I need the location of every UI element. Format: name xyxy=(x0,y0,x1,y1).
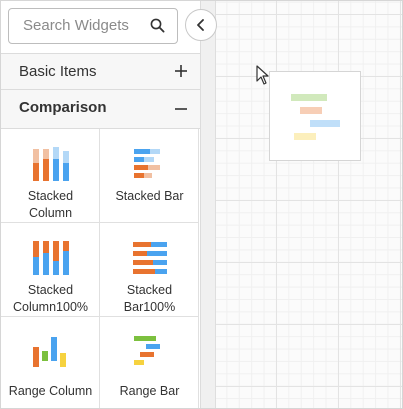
section-comparison[interactable]: Comparison xyxy=(1,90,200,129)
plus-icon[interactable] xyxy=(174,64,188,78)
collapse-panel-button[interactable] xyxy=(185,9,217,41)
widget-label: Stacked xyxy=(27,189,74,203)
range-bar-icon xyxy=(134,336,160,365)
widget-range-bar[interactable]: Range Bar xyxy=(100,317,199,408)
section-label: Comparison xyxy=(19,99,107,116)
widget-stacked-bar100[interactable]: Stacked Bar100% xyxy=(100,223,199,317)
stacked-bar100-icon xyxy=(133,242,167,274)
widget-label: Bar100% xyxy=(123,300,176,314)
stacked-bar-icon xyxy=(134,149,160,178)
range-column-icon xyxy=(33,337,66,367)
widget-label: Range Bar xyxy=(119,384,180,398)
widget-label: Column xyxy=(28,206,73,220)
range-bar-preview-icon xyxy=(291,94,340,140)
widget-grid: Stacked Column Stacked Bar Stacked Colum… xyxy=(1,129,200,408)
search-box[interactable] xyxy=(8,8,178,44)
search-input[interactable] xyxy=(9,9,153,41)
widget-label: Column100% xyxy=(12,300,89,314)
widget-stacked-column[interactable]: Stacked Column xyxy=(1,129,100,223)
stacked-column100-icon xyxy=(33,241,69,275)
widget-label: Stacked Bar xyxy=(115,189,184,203)
dragged-widget-preview[interactable] xyxy=(269,71,361,161)
widget-designer: Basic Items Comparison xyxy=(0,0,403,409)
minus-icon[interactable] xyxy=(174,100,188,114)
mouse-cursor-icon xyxy=(256,65,269,85)
search-icon[interactable] xyxy=(150,18,165,33)
stacked-column-icon xyxy=(33,147,69,181)
widget-range-column[interactable]: Range Column xyxy=(1,317,100,408)
design-canvas[interactable] xyxy=(201,1,402,408)
widget-panel: Basic Items Comparison xyxy=(1,1,201,408)
section-label: Basic Items xyxy=(19,63,97,80)
chevron-left-icon xyxy=(197,19,204,31)
widget-label: Stacked xyxy=(126,283,173,297)
widget-stacked-column100[interactable]: Stacked Column100% xyxy=(1,223,100,317)
widget-stacked-bar[interactable]: Stacked Bar xyxy=(100,129,199,223)
canvas-ruler xyxy=(201,1,216,408)
widget-label: Stacked xyxy=(27,283,74,297)
section-basic-items[interactable]: Basic Items xyxy=(1,53,200,90)
widget-label: Range Column xyxy=(8,384,93,398)
